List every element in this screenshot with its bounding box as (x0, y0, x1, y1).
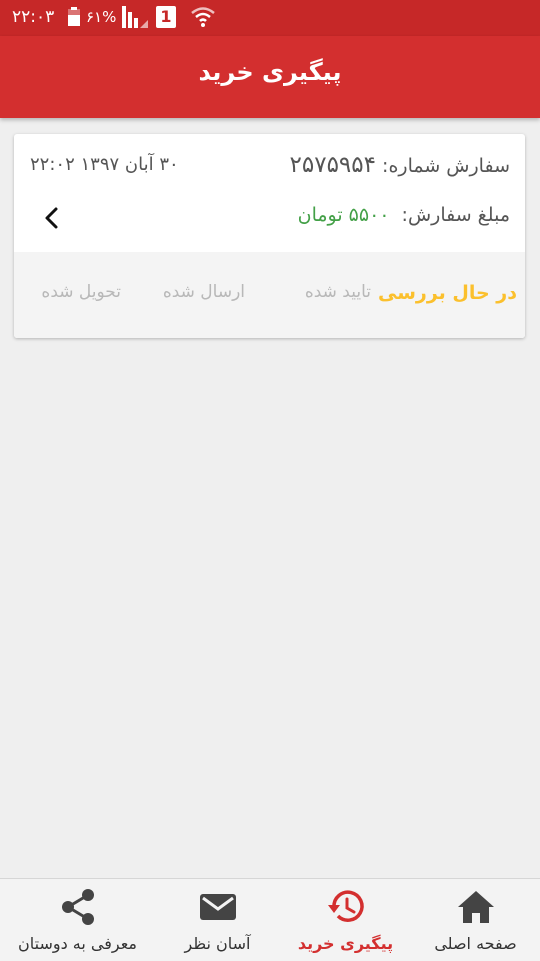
nav-item-share-label: معرفی به دوستان (17, 934, 137, 953)
battery-percent: ۶۱% (86, 8, 117, 26)
nav-item-home-label: صفحه اصلی (434, 934, 517, 953)
status-bar: ۲۲:۰۳ ۶۱% 1 (0, 0, 540, 36)
order-number-label: سفارش شماره: (382, 155, 510, 177)
sim-icon: 1 (156, 6, 176, 28)
nav-item-order-tracking-label: پیگیری خرید (297, 934, 394, 953)
signal-icon (122, 6, 148, 28)
nav-item-share[interactable]: معرفی به دوستان (10, 879, 145, 961)
order-card[interactable]: سفارش شماره: ۲۵۷۵۹۵۴ ۳۰ آبان ۱۳۹۷ ۲۲:۰۲ … (14, 134, 525, 338)
nav-item-feedback-label: آسان نظر (184, 934, 251, 953)
order-amount-row: مبلغ سفارش: ۵۵۰۰ تومان (298, 204, 510, 226)
nav-item-home[interactable]: صفحه اصلی (408, 879, 540, 961)
status-step-delivered: تحویل شده (41, 282, 121, 302)
bottom-navigation: صفحه اصلی پیگیری خرید آسان نظر معرفی به … (0, 878, 540, 961)
app-bar: پیگیری خرید (0, 36, 540, 118)
order-status-strip: در حال بررسی تایید شده ارسال شده تحویل ش… (14, 252, 525, 338)
status-step-reviewing: در حال بررسی (377, 282, 517, 304)
page-title: پیگیری خرید (198, 58, 342, 86)
chevron-left-icon[interactable] (40, 206, 64, 230)
order-amount-label: مبلغ سفارش: (401, 204, 510, 226)
home-icon (457, 891, 494, 923)
nav-item-order-tracking[interactable]: پیگیری خرید (278, 879, 413, 961)
mail-icon (199, 894, 236, 920)
order-date: ۳۰ آبان ۱۳۹۷ ۲۲:۰۲ (30, 154, 179, 175)
status-time: ۲۲:۰۳ (12, 7, 55, 27)
history-icon (327, 890, 364, 922)
share-icon (61, 889, 94, 925)
status-step-shipped: ارسال شده (162, 282, 245, 302)
order-number: ۲۵۷۵۹۵۴ (289, 152, 376, 178)
status-step-confirmed: تایید شده (304, 282, 371, 302)
order-amount: ۵۵۰۰ تومان (297, 204, 390, 226)
wifi-icon (191, 7, 215, 27)
order-number-row: سفارش شماره: ۲۵۷۵۹۵۴ (290, 152, 510, 178)
nav-item-feedback[interactable]: آسان نظر (150, 879, 285, 961)
battery-icon (68, 7, 80, 26)
